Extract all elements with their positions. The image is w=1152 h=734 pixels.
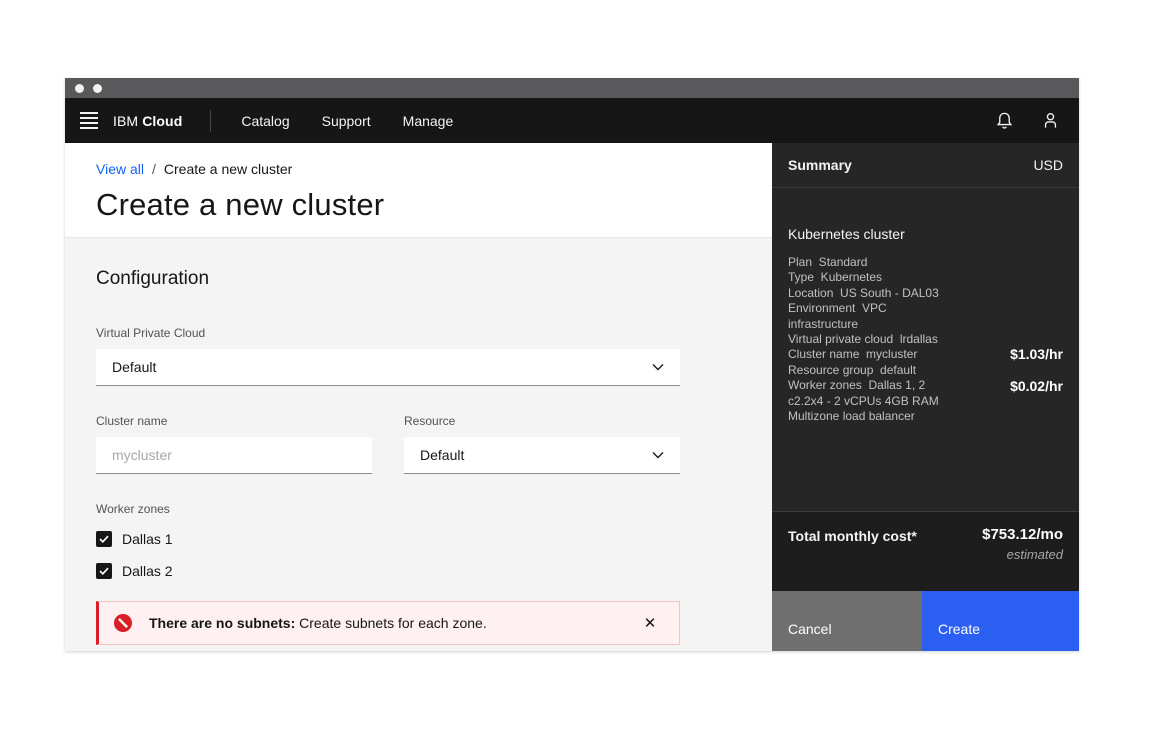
total-cost-section: Total monthly cost* $753.12/mo estimated xyxy=(772,511,1079,591)
window-dot-1[interactable] xyxy=(75,84,84,93)
summary-product-name: Kubernetes cluster xyxy=(788,226,1063,242)
nav-item-catalog[interactable]: Catalog xyxy=(225,98,305,143)
checkbox-checked-icon xyxy=(96,531,112,547)
breadcrumb-view-all-link[interactable]: View all xyxy=(96,161,144,177)
nav-item-support[interactable]: Support xyxy=(306,98,387,143)
summary-detail-line: Multizone load balancer xyxy=(788,409,1063,424)
summary-detail-line: Type Kubernetes xyxy=(788,270,1063,285)
worker-zone-checkbox-dallas-2[interactable]: Dallas 2 xyxy=(96,562,745,580)
nav-item-manage[interactable]: Manage xyxy=(387,98,470,143)
error-title: There are no subnets: xyxy=(149,615,295,631)
create-button[interactable]: Create xyxy=(922,591,1079,651)
menu-hamburger-icon[interactable] xyxy=(65,98,113,143)
vpc-label: Virtual Private Cloud xyxy=(96,326,745,340)
breadcrumb-separator: / xyxy=(152,161,156,177)
summary-detail-line: c2.2x4 - 2 vCPUs 4GB RAM xyxy=(788,394,1063,409)
checkbox-label: Dallas 1 xyxy=(122,531,173,547)
chevron-down-icon xyxy=(652,451,664,459)
total-cost-note: estimated xyxy=(982,547,1063,562)
hourly-price-load-balancer: $0.02/hr xyxy=(1010,378,1063,394)
vpc-select[interactable]: Default xyxy=(96,349,680,386)
notifications-bell-icon[interactable] xyxy=(981,98,1027,143)
summary-panel: Summary USD Kubernetes cluster Plan Stan… xyxy=(772,143,1079,651)
page-title: Create a new cluster xyxy=(96,187,772,223)
brand-logo[interactable]: IBM Cloud xyxy=(113,113,182,129)
close-icon[interactable]: ✕ xyxy=(635,608,665,638)
summary-currency: USD xyxy=(1033,157,1063,173)
summary-detail-line: Environment VPC xyxy=(788,301,1063,316)
checkbox-checked-icon xyxy=(96,563,112,579)
error-message: There are no subnets: Create subnets for… xyxy=(149,615,635,631)
summary-body: Kubernetes cluster Plan Standard Type Ku… xyxy=(772,188,1079,511)
summary-header: Summary USD xyxy=(772,143,1079,188)
nav-divider xyxy=(210,110,211,132)
section-title: Configuration xyxy=(96,268,745,290)
total-cost-value: $753.12/mo xyxy=(982,526,1063,543)
page-header: View all / Create a new cluster Create a… xyxy=(65,143,772,238)
resource-select-value: Default xyxy=(420,447,464,463)
summary-detail-line: infrastructure xyxy=(788,317,1063,332)
error-detail: Create subnets for each zone. xyxy=(295,615,486,631)
cluster-name-label: Cluster name xyxy=(96,414,372,428)
error-icon xyxy=(113,613,133,633)
main-content: View all / Create a new cluster Create a… xyxy=(65,143,772,651)
action-buttons: Cancel Create xyxy=(772,591,1079,651)
window-titlebar xyxy=(65,78,1079,98)
app-window: IBM Cloud Catalog Support Manage View al… xyxy=(65,78,1079,651)
cluster-name-input[interactable] xyxy=(96,437,372,474)
top-nav: IBM Cloud Catalog Support Manage xyxy=(65,98,1079,143)
summary-detail-line: Resource group default xyxy=(788,363,1063,378)
total-cost-label: Total monthly cost* xyxy=(788,526,917,591)
summary-detail-line: Location US South - DAL03 xyxy=(788,286,1063,301)
brand-prefix: IBM xyxy=(113,113,142,129)
resource-select[interactable]: Default xyxy=(404,437,680,474)
resource-label: Resource xyxy=(404,414,680,428)
summary-detail-line: Plan Standard xyxy=(788,255,1063,270)
window-dot-2[interactable] xyxy=(93,84,102,93)
chevron-down-icon xyxy=(652,363,664,371)
vpc-select-value: Default xyxy=(112,359,156,375)
hourly-price-workers: $1.03/hr xyxy=(1010,346,1063,362)
summary-title: Summary xyxy=(788,157,852,173)
worker-zone-checkbox-dallas-1[interactable]: Dallas 1 xyxy=(96,530,745,548)
worker-zones-label: Worker zones xyxy=(96,502,745,516)
breadcrumb-current: Create a new cluster xyxy=(164,161,292,177)
checkbox-label: Dallas 2 xyxy=(122,563,173,579)
configuration-form: Configuration Virtual Private Cloud Defa… xyxy=(65,238,772,645)
cancel-button[interactable]: Cancel xyxy=(772,591,922,651)
brand-suffix: Cloud xyxy=(142,113,182,129)
user-avatar-icon[interactable] xyxy=(1027,98,1073,143)
error-notification: There are no subnets: Create subnets for… xyxy=(96,601,680,645)
breadcrumb: View all / Create a new cluster xyxy=(96,161,772,177)
